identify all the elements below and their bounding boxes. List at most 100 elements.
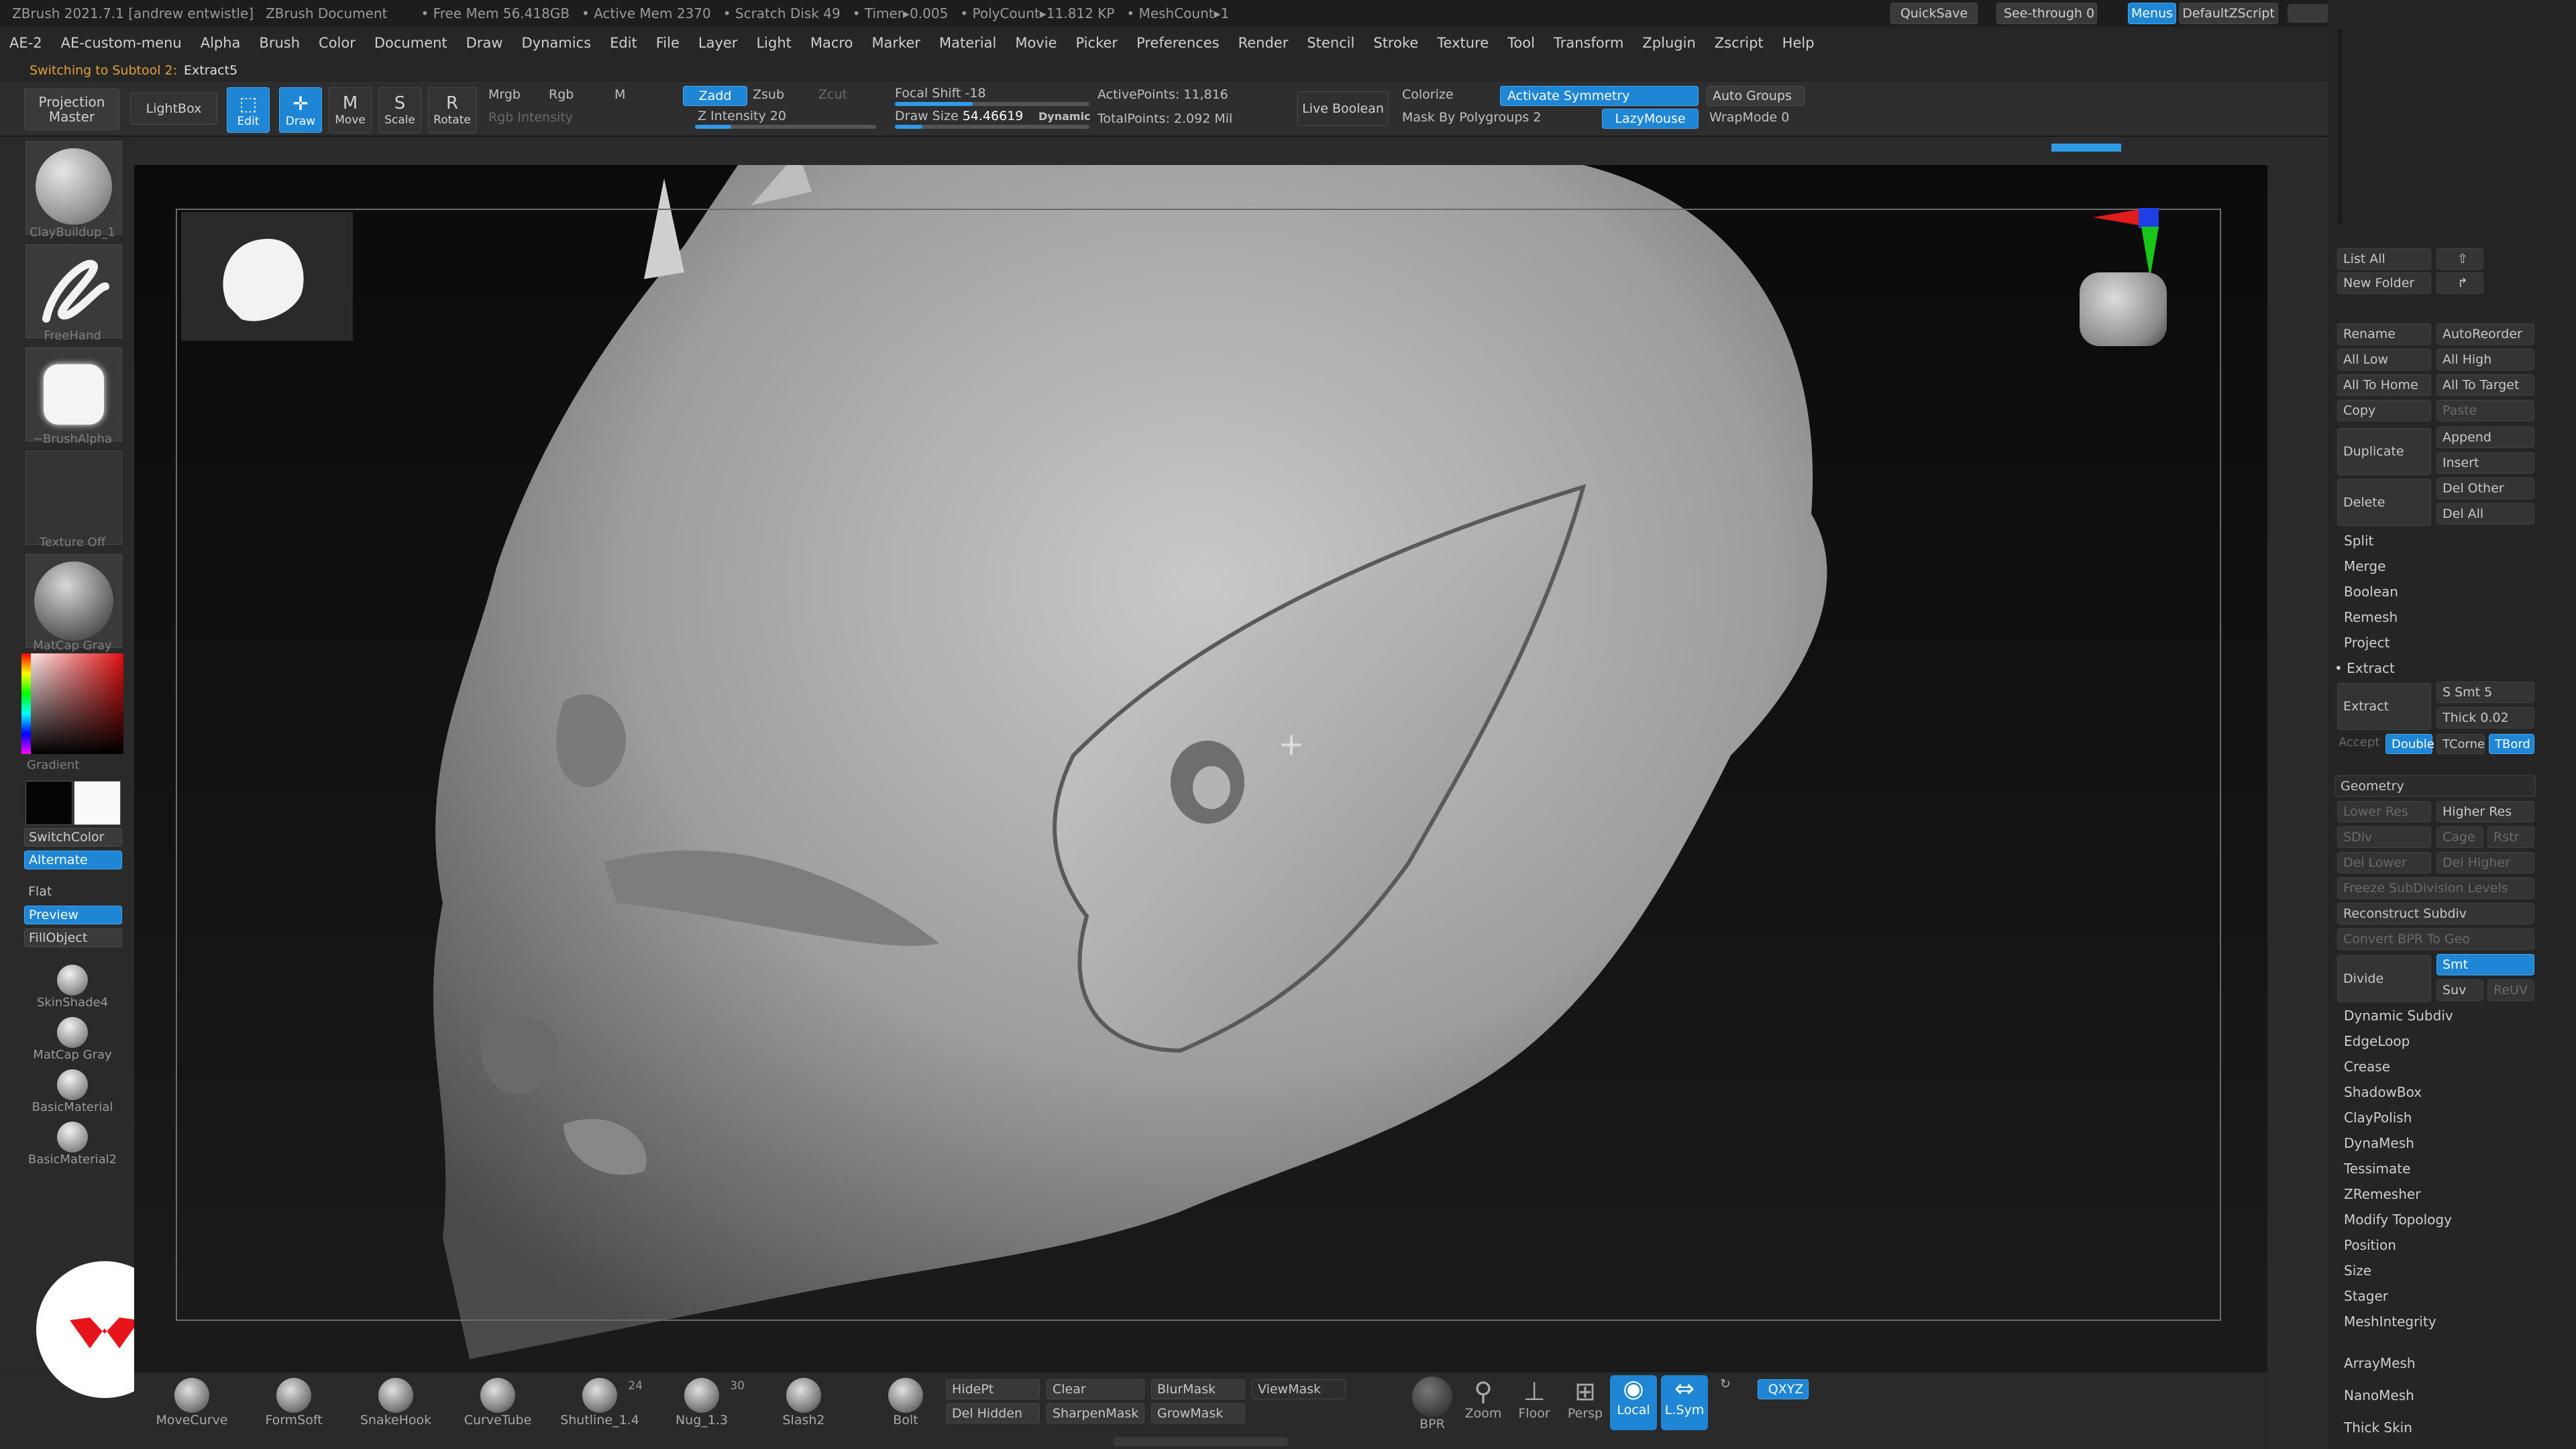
shelf-brush-formsoft[interactable]: FormSoft bbox=[247, 1378, 341, 1428]
activate-symmetry-button[interactable]: Activate Symmetry bbox=[1500, 86, 1699, 106]
higher-res-button[interactable]: Higher Res bbox=[2436, 801, 2534, 822]
folder-arrow-icon[interactable]: ↱ bbox=[2436, 272, 2483, 294]
extract-button[interactable]: Extract bbox=[2337, 683, 2431, 730]
mrgb-button[interactable]: Mrgb bbox=[488, 87, 521, 102]
reuv-toggle[interactable]: ReUV bbox=[2487, 979, 2534, 1001]
material-item[interactable]: BasicMaterial bbox=[0, 1056, 145, 1114]
flat-button[interactable]: Flat bbox=[28, 884, 52, 899]
zoom-button[interactable]: ⚲ Zoom bbox=[1460, 1377, 1507, 1421]
menu-render[interactable]: Render bbox=[1229, 35, 1298, 51]
current-brush-thumbnail[interactable] bbox=[25, 141, 122, 235]
stroke-thumbnail[interactable] bbox=[25, 244, 122, 338]
alpha-thumbnail[interactable] bbox=[25, 347, 122, 441]
menu-texture[interactable]: Texture bbox=[1428, 35, 1498, 51]
colorize-button[interactable]: Colorize bbox=[1402, 87, 1454, 102]
clear-button[interactable]: Clear bbox=[1046, 1379, 1144, 1399]
plugin-arraymesh[interactable]: ArrayMesh bbox=[2344, 1355, 2416, 1371]
shelf-brush-shutline-1-4[interactable]: 24 Shutline_1.4 bbox=[553, 1378, 647, 1428]
z-intensity-track[interactable] bbox=[695, 125, 876, 129]
new-folder-button[interactable]: New Folder bbox=[2337, 272, 2431, 294]
zsub-button[interactable]: Zsub bbox=[753, 87, 784, 102]
remesh-menu[interactable]: Remesh bbox=[2344, 609, 2398, 625]
menu-transform[interactable]: Transform bbox=[1544, 35, 1633, 51]
menu-help[interactable]: Help bbox=[1773, 35, 1824, 51]
geometry-size[interactable]: Size bbox=[2344, 1263, 2371, 1279]
plugin-thick-skin[interactable]: Thick Skin bbox=[2344, 1419, 2412, 1436]
default-zscript-button[interactable]: DefaultZScript bbox=[2179, 3, 2278, 24]
shelf-brush-nug-1-3[interactable]: 30 Nug_1.3 bbox=[655, 1378, 749, 1428]
all-to-home-button[interactable]: All To Home bbox=[2337, 374, 2431, 396]
wrapmode-slider[interactable]: WrapMode 0 bbox=[1709, 110, 1789, 125]
menu-document[interactable]: Document bbox=[365, 35, 457, 51]
zadd-button[interactable]: Zadd bbox=[683, 86, 747, 106]
draw-size-track[interactable] bbox=[895, 125, 1089, 129]
menu-color[interactable]: Color bbox=[309, 35, 365, 51]
paste-button[interactable]: Paste bbox=[2436, 400, 2534, 421]
shelf-brush-curvetube[interactable]: CurveTube bbox=[451, 1378, 545, 1428]
freeze-subdivision-button[interactable]: Freeze SubDivision Levels bbox=[2337, 877, 2534, 899]
focal-shift-slider[interactable]: Focal Shift -18 bbox=[895, 86, 986, 101]
cage-button[interactable]: Cage bbox=[2436, 826, 2483, 848]
menu-ae-2[interactable]: AE-2 bbox=[0, 35, 52, 51]
rename-button[interactable]: Rename bbox=[2337, 323, 2431, 345]
sharpenmask-button[interactable]: SharpenMask bbox=[1046, 1403, 1144, 1424]
menu-file[interactable]: File bbox=[647, 35, 689, 51]
menu-marker[interactable]: Marker bbox=[862, 35, 930, 51]
menu-stroke[interactable]: Stroke bbox=[1364, 35, 1428, 51]
xyz-button[interactable]: QXYZ bbox=[1758, 1379, 1809, 1399]
rotate-view-icon[interactable]: ↻ bbox=[1712, 1377, 1739, 1391]
main-color-swatch[interactable] bbox=[25, 781, 72, 825]
tcorne-toggle[interactable]: TCorne bbox=[2436, 734, 2485, 754]
del-lower-button[interactable]: Del Lower bbox=[2337, 852, 2431, 873]
geometry-crease[interactable]: Crease bbox=[2344, 1059, 2390, 1075]
delete-button[interactable]: Delete bbox=[2337, 479, 2431, 526]
geometry-modify-topology[interactable]: Modify Topology bbox=[2344, 1212, 2452, 1228]
suv-toggle[interactable]: Suv bbox=[2436, 979, 2483, 1001]
menu-edit[interactable]: Edit bbox=[600, 35, 647, 51]
split-menu[interactable]: Split bbox=[2344, 533, 2373, 549]
alternate-button[interactable]: Alternate bbox=[24, 851, 122, 869]
list-all-button[interactable]: List All bbox=[2337, 248, 2431, 270]
material-item[interactable]: BasicMaterial2 bbox=[0, 1108, 145, 1167]
subtool-scrollbar[interactable] bbox=[2337, 30, 2343, 224]
shelf-brush-movecurve[interactable]: MoveCurve bbox=[145, 1378, 239, 1428]
menu-zscript[interactable]: Zscript bbox=[1705, 35, 1773, 51]
rgb-intensity-slider[interactable]: Rgb Intensity bbox=[488, 110, 573, 125]
draw-size-slider[interactable]: Draw Size 54.46619 bbox=[895, 109, 1023, 123]
material-item[interactable]: MatCap Gray bbox=[0, 1004, 145, 1062]
tbord-toggle[interactable]: TBord bbox=[2489, 734, 2534, 754]
geometry-position[interactable]: Position bbox=[2344, 1237, 2396, 1253]
quicksave-button[interactable]: QuickSave bbox=[1890, 3, 1978, 24]
smt-toggle[interactable]: Smt bbox=[2436, 954, 2534, 975]
z-intensity-slider[interactable]: Z Intensity 20 bbox=[698, 109, 786, 123]
move-up-arrow-icon[interactable]: ⇧ bbox=[2436, 248, 2483, 270]
fillobject-button[interactable]: FillObject bbox=[24, 928, 122, 947]
double-toggle[interactable]: Double bbox=[2385, 734, 2434, 754]
menu-brush[interactable]: Brush bbox=[250, 35, 309, 51]
texture-thumbnail[interactable] bbox=[25, 451, 122, 545]
menu-dynamics[interactable]: Dynamics bbox=[513, 35, 601, 51]
material-thumbnail[interactable] bbox=[25, 554, 122, 648]
menu-movie[interactable]: Movie bbox=[1006, 35, 1066, 51]
geometry-header[interactable]: Geometry bbox=[2334, 775, 2536, 797]
draw-button[interactable]: ✛ Draw bbox=[279, 87, 322, 133]
shelf-brush-bolt[interactable]: Bolt bbox=[859, 1378, 953, 1428]
menu-stencil[interactable]: Stencil bbox=[1297, 35, 1364, 51]
all-high-button[interactable]: All High bbox=[2436, 349, 2534, 370]
sdiv-slider[interactable]: SDiv bbox=[2337, 826, 2431, 848]
viewmask-button[interactable]: ViewMask bbox=[1252, 1379, 1346, 1399]
edit-button[interactable]: ⬚ Edit bbox=[227, 87, 270, 133]
rotate-button[interactable]: R Rotate bbox=[428, 87, 476, 133]
menu-tool[interactable]: Tool bbox=[1498, 35, 1544, 51]
menu-preferences[interactable]: Preferences bbox=[1127, 35, 1229, 51]
projection-master-button[interactable]: Projection Master bbox=[24, 89, 119, 130]
reconstruct-subdiv-button[interactable]: Reconstruct Subdiv bbox=[2337, 903, 2534, 924]
menu-material[interactable]: Material bbox=[930, 35, 1006, 51]
move-button[interactable]: M Move bbox=[329, 87, 372, 133]
copy-button[interactable]: Copy bbox=[2337, 400, 2431, 421]
orientation-cube-icon[interactable] bbox=[2080, 272, 2167, 346]
accept-button[interactable]: Accept bbox=[2339, 735, 2379, 749]
append-button[interactable]: Append bbox=[2436, 427, 2534, 448]
menu-zplugin[interactable]: Zplugin bbox=[1633, 35, 1705, 51]
plugin-nanomesh[interactable]: NanoMesh bbox=[2344, 1387, 2414, 1403]
